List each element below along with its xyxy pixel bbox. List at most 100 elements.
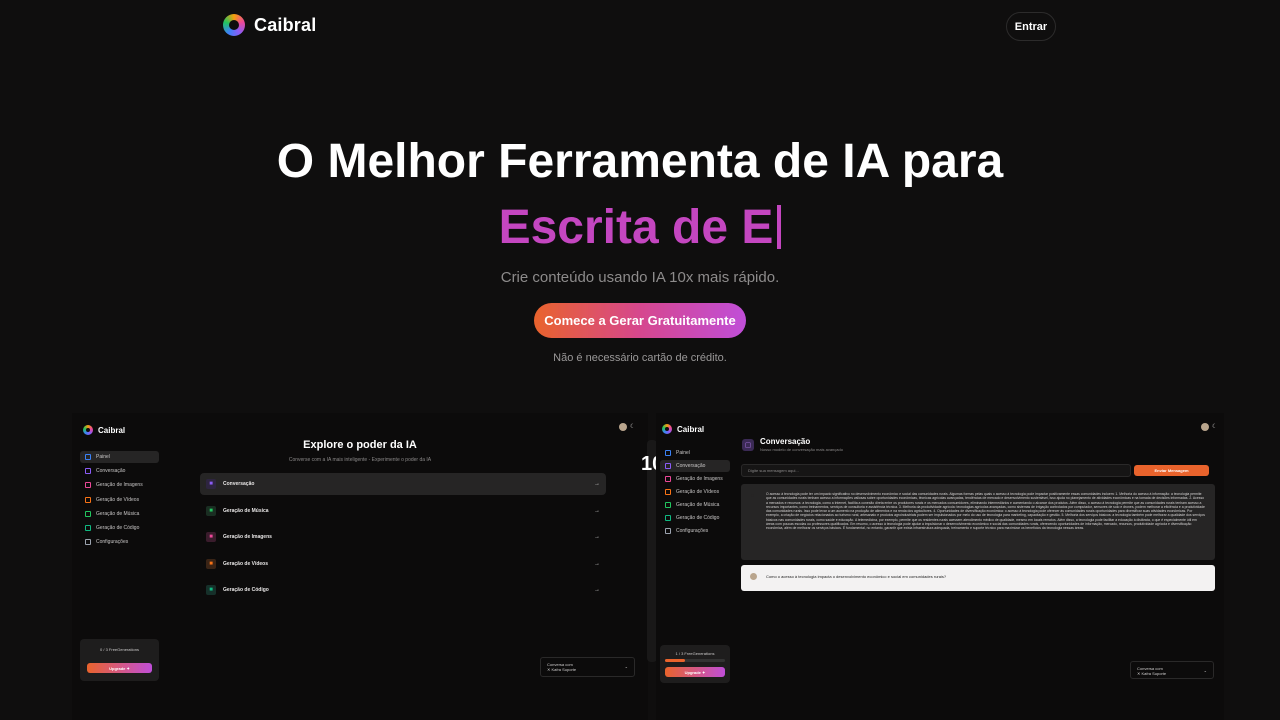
sidebar-item[interactable]: Configurações [80,536,159,548]
tool-card-label: Geração de Código [223,587,269,593]
sidebar-item-label: Configurações [96,539,129,546]
login-button[interactable]: Entrar [1006,12,1056,41]
message-input[interactable]: Digite sua mensagem aqui... [741,464,1131,477]
sidebar-item[interactable]: Painel [80,451,159,463]
send-message-button[interactable]: Enviar Mensagem [1134,465,1209,476]
upgrade-button[interactable]: Upgrade ✦ [87,663,152,673]
music-icon: ■ [206,505,216,516]
tool-card-label: Conversação [223,481,255,487]
preview-brand: Caibral [83,425,125,435]
avatar[interactable] [1201,423,1209,431]
arrow-right-icon: → [594,587,600,593]
ai-answer-text: O acesso à tecnologia pode ter um impact… [766,492,1205,531]
sidebar-item-label: Geração de Imagens [676,476,723,482]
tool-card-label: Geração de Vídeos [223,560,269,567]
usage-counter: 1 / 3 FreeGenerations [675,651,715,656]
image-icon [85,482,91,489]
sidebar-item-label: Painel [676,450,690,456]
preview-brand-name: Caibral [98,425,126,435]
typing-caret [777,205,782,249]
avatar[interactable] [619,423,627,431]
usage-counter: 0 / 3 FreeGenerations [100,647,139,652]
preview-brand-name: Caibral [677,424,705,434]
sidebar-item[interactable]: Geração de Imagens [80,479,159,491]
chat-icon [85,468,91,475]
conversation-title: Conversação [760,437,811,446]
tool-card[interactable]: ■ Geração de Música → [200,500,606,522]
start-free-button[interactable]: Comece a Gerar Gratuitamente [534,303,746,338]
brand-logo[interactable]: Caibral [223,14,316,36]
tool-card[interactable]: ■ Geração de Imagens → [200,526,606,548]
top-bar: Caibral Entrar [0,0,1280,52]
music-icon [85,510,91,517]
video-icon: ■ [206,558,216,569]
user-selector[interactable]: Conversa com ✕ Kafra Suporte ⌄ [1130,661,1214,679]
sidebar-item-label: Geração de Música [96,510,140,517]
menu-icon [665,502,671,508]
conversation-subtitle: Nosso modelo de conversação mais avançad… [760,447,843,452]
sidebar-item-label: Geração de Código [96,525,140,531]
user-avatar [750,573,757,580]
tool-card[interactable]: ■ Conversação → [200,473,606,495]
menu-icon [665,476,671,482]
chevron-down-icon: ⌄ [624,664,628,669]
sidebar-item[interactable]: Geração de Música [660,499,730,511]
sidebar-item[interactable]: Geração de Imagens [660,473,730,485]
sidebar-item-label: Geração de Música [676,502,720,508]
code-icon: ■ [206,585,216,595]
tool-card-label: Geração de Música [223,507,269,514]
image-icon: ■ [206,532,216,542]
arrow-right-icon: → [594,507,600,514]
upgrade-button[interactable]: Upgrade ✦ [665,667,725,677]
sidebar-item-label: Geração de Código [676,515,720,521]
sidebar-item-label: Conversação [96,468,126,475]
theme-toggle-icon[interactable]: ☾ [630,423,635,430]
sidebar-item-label: Conversação [676,463,706,469]
sidebar-item-label: Configurações [676,528,709,534]
menu-icon [665,528,671,534]
dashboard-icon [85,454,91,460]
sidebar-item[interactable]: Geração de Música [80,508,159,520]
chat-icon: ■ [206,479,216,489]
sidebar-item[interactable]: Painel [660,447,730,459]
tool-card[interactable]: ■ Geração de Código → [200,579,606,601]
sidebar-item[interactable]: Geração de Código [660,512,730,524]
usage-progress-fill [665,659,685,662]
menu-icon [665,515,671,521]
chevron-down-icon: ⌄ [1203,668,1207,673]
typed-text: Escrita de E [498,201,774,254]
sidebar-item[interactable]: Geração de Código [80,522,159,534]
sidebar-item[interactable]: Configurações [660,525,730,537]
arrow-right-icon: → [594,534,600,540]
sidebar-item-label: Painel [96,454,110,460]
conversation-preview: Caibral Painel Conversação Geração de Imag… [656,413,1224,720]
user-selector-name: ✕ Kafra Suporte [547,667,577,672]
user-question: Como o acesso à tecnologia impacta o des… [741,565,1215,591]
logo-icon [83,425,93,435]
code-icon [85,525,91,531]
arrow-right-icon: → [594,560,600,567]
sidebar-item[interactable]: Conversação [80,465,159,477]
dashboard-preview: Caibral Painel Conversação Geração de Imag… [72,413,648,720]
user-selector[interactable]: Conversa com ✕ Kafra Suporte ⌄ [540,657,635,677]
usage-progress-track [665,659,725,662]
usage-card: 0 / 3 FreeGenerations Upgrade ✦ [80,639,159,681]
arrow-right-icon: → [594,481,600,487]
sidebar-item[interactable]: Conversação [660,460,730,472]
sidebar-item-label: Geração de Vídeos [676,489,720,495]
sidebar-item[interactable]: Geração de Vídeos [80,494,159,506]
video-icon [85,496,91,503]
bot-avatar [749,492,756,499]
usage-card: 1 / 3 FreeGenerations Upgrade ✦ [660,645,730,683]
gear-icon [85,539,91,546]
no-credit-card-note: Não é necessário cartão de crédito. [553,352,727,364]
logo-icon [223,14,245,36]
user-question-text: Como o acesso à tecnologia impacta o des… [766,574,947,579]
sidebar-item[interactable]: Geração de Vídeos [660,486,730,498]
explore-title: Explore o poder da IA [303,439,417,451]
logo-icon [662,424,672,434]
ai-answer: O acesso à tecnologia pode ter um impact… [741,484,1215,560]
tool-card[interactable]: ■ Geração de Vídeos → [200,553,606,575]
user-selector-name: ✕ Kafra Suporte [1137,671,1167,676]
theme-toggle-icon[interactable]: ☾ [1212,423,1217,430]
